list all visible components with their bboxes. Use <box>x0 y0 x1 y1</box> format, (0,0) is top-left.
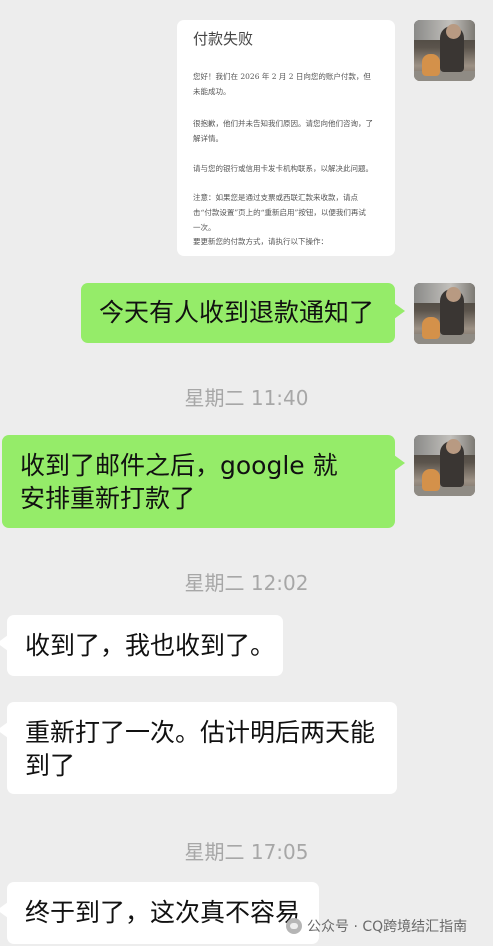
email-paragraph: 很抱歉，他们并未告知我们原因。请您向他们咨询，了解详情。 <box>193 119 373 143</box>
email-title: 付款失败 <box>193 30 254 48</box>
wechat-official-account-icon <box>286 918 302 934</box>
self-avatar[interactable] <box>414 435 475 496</box>
email-paragraph: 您好！我们在 2026 年 2 月 2 日向您的账户付款，但未能成功。 <box>193 72 371 96</box>
timestamp: 星期二 17:05 <box>184 840 309 864</box>
self-avatar[interactable] <box>414 20 475 81</box>
message-text: 今天有人收到退款通知了 <box>99 298 375 327</box>
email-screenshot-card[interactable]: 付款失败 您好！我们在 2026 年 2 月 2 日向您的账户付款，但未能成功。… <box>177 20 395 256</box>
message-bubble-other[interactable]: 收到了，我也收到了。 <box>0 615 283 676</box>
message-text: 重新打了一次。估计明后两天能到了 <box>25 718 376 780</box>
message-bubble-other[interactable]: 终于到了，这次真不容易 <box>0 882 319 944</box>
email-paragraph: 注意：如果您是通过支票或西联汇款来收款，请点击“付款设置”页上的“重新启用”按钮… <box>193 193 366 232</box>
timestamp: 星期二 12:02 <box>184 571 309 595</box>
watermark: 公众号 · CQ跨境结汇指南 <box>286 916 467 936</box>
email-paragraph: 要更新您的付款方式，请执行以下操作： <box>193 237 328 246</box>
email-paragraph: 请与您的银行或信用卡发卡机构联系，以解决此问题。 <box>193 164 373 173</box>
message-bubble-self[interactable]: 今天有人收到退款通知了 <box>81 283 405 343</box>
watermark-text: 公众号 · CQ跨境结汇指南 <box>307 919 468 935</box>
message-text: 终于到了，这次真不容易 <box>25 898 301 927</box>
message-bubble-self[interactable]: 收到了邮件之后，google 就安排重新打款了 <box>2 435 405 528</box>
message-text: 收到了，我也收到了。 <box>25 631 276 660</box>
self-avatar[interactable] <box>414 283 475 344</box>
message-bubble-other[interactable]: 重新打了一次。估计明后两天能到了 <box>0 702 397 794</box>
timestamp: 星期二 11:40 <box>184 386 309 410</box>
message-text: 收到了邮件之后，google 就安排重新打款了 <box>20 451 338 513</box>
